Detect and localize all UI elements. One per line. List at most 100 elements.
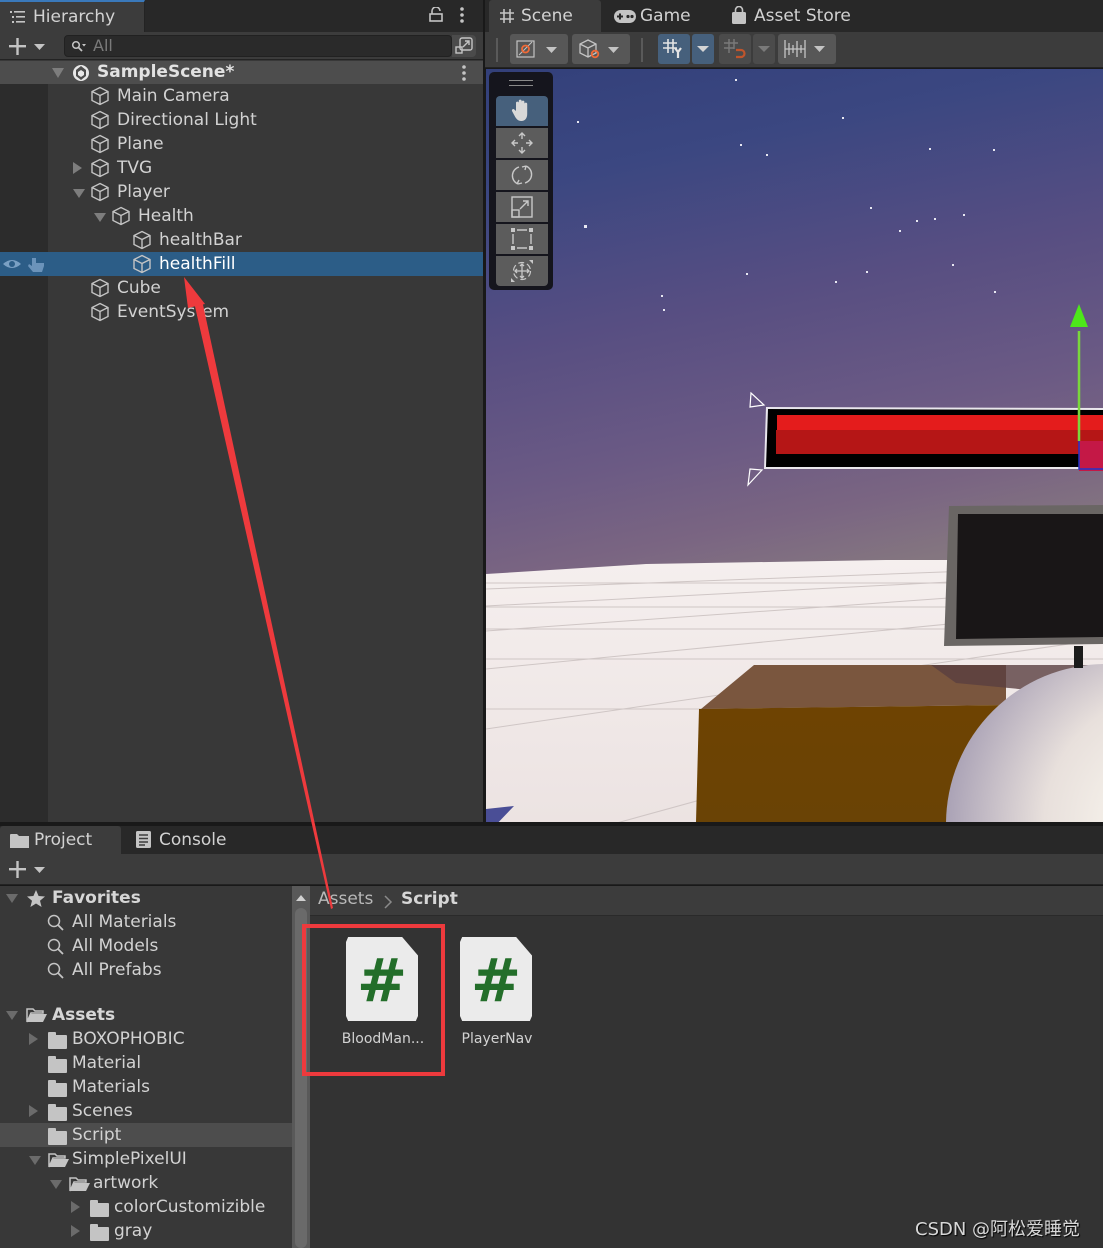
toolbar-grip[interactable]: [641, 38, 643, 62]
rect-tool-button[interactable]: [496, 224, 548, 254]
palette-drag-handle[interactable]: [509, 80, 533, 86]
tab-scene[interactable]: Scene: [489, 0, 601, 32]
folder-scenes[interactable]: Scenes: [0, 1099, 292, 1123]
grid-toggle-button[interactable]: [658, 34, 690, 64]
create-button[interactable]: [6, 35, 50, 57]
expand-arrow-icon[interactable]: [6, 1011, 18, 1020]
rect-handle-top-left[interactable]: [749, 391, 766, 408]
hierarchy-item-healthfill[interactable]: healthFill: [0, 252, 483, 276]
folder-icon: [90, 1224, 109, 1241]
favorite-all-models[interactable]: All Models: [0, 934, 292, 958]
hierarchy-search-input[interactable]: All: [64, 35, 452, 57]
folder-label: Script: [72, 1125, 122, 1145]
folder-label: Material: [72, 1053, 142, 1073]
favorite-label: All Prefabs: [72, 960, 162, 980]
hierarchy-item-eventsystem[interactable]: EventSystem: [0, 300, 483, 324]
console-icon: [136, 831, 151, 848]
scene-more-icon[interactable]: [461, 64, 467, 82]
favorite-all-materials[interactable]: All Materials: [0, 910, 292, 934]
toolbar-grip[interactable]: [496, 38, 498, 62]
collapse-arrow-icon[interactable]: [71, 1225, 80, 1237]
folder-label: BOXOPHOBIC: [72, 1029, 185, 1049]
search-icon: [47, 914, 64, 931]
expand-arrow-icon[interactable]: [73, 189, 85, 198]
search-window-button[interactable]: [452, 35, 476, 57]
visibility-pick-icons[interactable]: [2, 255, 46, 273]
hand-tool-button[interactable]: [496, 96, 548, 126]
hierarchy-item-directional-light[interactable]: Directional Light: [0, 108, 483, 132]
folder-script[interactable]: Script: [0, 1123, 292, 1147]
gizmos-mode-dropdown[interactable]: [572, 34, 630, 64]
folder-material[interactable]: Material: [0, 1051, 292, 1075]
rotate-tool-button[interactable]: [496, 160, 548, 190]
grid-options-dropdown[interactable]: [692, 34, 714, 64]
tab-asset-store[interactable]: Asset Store: [730, 0, 870, 32]
hierarchy-item-healthbar[interactable]: healthBar: [0, 228, 483, 252]
folder-materials[interactable]: Materials: [0, 1075, 292, 1099]
scale-tool-button[interactable]: [496, 192, 548, 222]
expand-arrow-icon[interactable]: [52, 68, 64, 78]
asset-playernav-script[interactable]: # PlayerNav: [460, 937, 534, 1047]
assets-header[interactable]: Assets: [0, 1003, 292, 1027]
folder-label: Scenes: [72, 1101, 133, 1121]
project-create-button[interactable]: [6, 858, 50, 880]
hierarchy-item-label: EventSystem: [117, 302, 230, 322]
expand-arrow-icon[interactable]: [94, 213, 106, 222]
hierarchy-item-main-camera[interactable]: Main Camera: [0, 84, 483, 108]
more-options-icon[interactable]: [459, 6, 465, 24]
scroll-up-icon[interactable]: [295, 894, 307, 902]
lock-icon[interactable]: [429, 7, 443, 23]
expand-arrow-icon[interactable]: [6, 894, 18, 903]
move-arrows-icon: [511, 132, 533, 154]
folder-boxophobic[interactable]: BOXOPHOBIC: [0, 1027, 292, 1051]
hierarchy-item-plane[interactable]: Plane: [0, 132, 483, 156]
snap-toggle-button[interactable]: [719, 34, 751, 64]
collapse-arrow-icon[interactable]: [29, 1105, 38, 1117]
folder-gray[interactable]: gray: [0, 1219, 292, 1243]
hierarchy-item-tvg[interactable]: TVG: [0, 156, 483, 180]
asset-label: PlayerNav: [461, 1031, 533, 1047]
breadcrumb-script[interactable]: Script: [401, 889, 458, 909]
folder-simplepixelui[interactable]: SimplePixelUI: [0, 1147, 292, 1171]
draw-mode-icon: [516, 40, 557, 58]
move-tool-button[interactable]: [496, 128, 548, 158]
scene-header-row[interactable]: SampleScene*: [0, 61, 483, 84]
favorites-label: Favorites: [52, 888, 141, 908]
collapse-arrow-icon[interactable]: [73, 162, 82, 174]
collapse-arrow-icon[interactable]: [71, 1201, 80, 1213]
favorite-all-prefabs[interactable]: All Prefabs: [0, 958, 292, 982]
tab-game[interactable]: Game: [612, 0, 722, 32]
project-toolbar: [0, 854, 1103, 885]
search-icon: [71, 40, 86, 52]
folder-label: artwork: [93, 1173, 159, 1193]
hierarchy-item-player[interactable]: Player: [0, 180, 483, 204]
grid-icon: [500, 9, 514, 23]
star-icon: [27, 890, 45, 907]
grid-y-icon: [663, 39, 682, 58]
tab-project[interactable]: Project: [0, 826, 121, 854]
gizmo-y-arrow[interactable]: [1070, 304, 1088, 327]
folder-colorcustomizible[interactable]: colorCustomizible: [0, 1195, 292, 1219]
expand-arrow-icon[interactable]: [29, 1156, 41, 1165]
draw-mode-dropdown[interactable]: [510, 34, 568, 64]
rect-handle-bottom-left[interactable]: [747, 468, 764, 487]
tab-console[interactable]: Console: [135, 826, 245, 854]
hierarchy-item-health[interactable]: Health: [0, 204, 483, 228]
breadcrumb-assets[interactable]: Assets: [318, 889, 373, 909]
transform-tool-button[interactable]: [496, 256, 548, 286]
hierarchy-item-cube[interactable]: Cube: [0, 276, 483, 300]
expand-arrow-icon[interactable]: [50, 1180, 62, 1189]
scene-viewport[interactable]: [486, 69, 1103, 822]
folder-artwork[interactable]: artwork: [0, 1171, 292, 1195]
collapse-arrow-icon[interactable]: [29, 1033, 38, 1045]
csharp-script-icon: #: [460, 937, 532, 1021]
tab-hierarchy[interactable]: Hierarchy: [0, 0, 145, 32]
folder-label: Materials: [72, 1077, 150, 1097]
snap-options-dropdown[interactable]: [753, 34, 775, 64]
folder-icon: [90, 1200, 109, 1217]
sky-stars: [577, 79, 996, 311]
search-icon: [47, 938, 64, 955]
favorites-header[interactable]: Favorites: [0, 886, 292, 910]
increment-snap-dropdown[interactable]: [778, 34, 836, 64]
search-icon: [47, 962, 64, 979]
